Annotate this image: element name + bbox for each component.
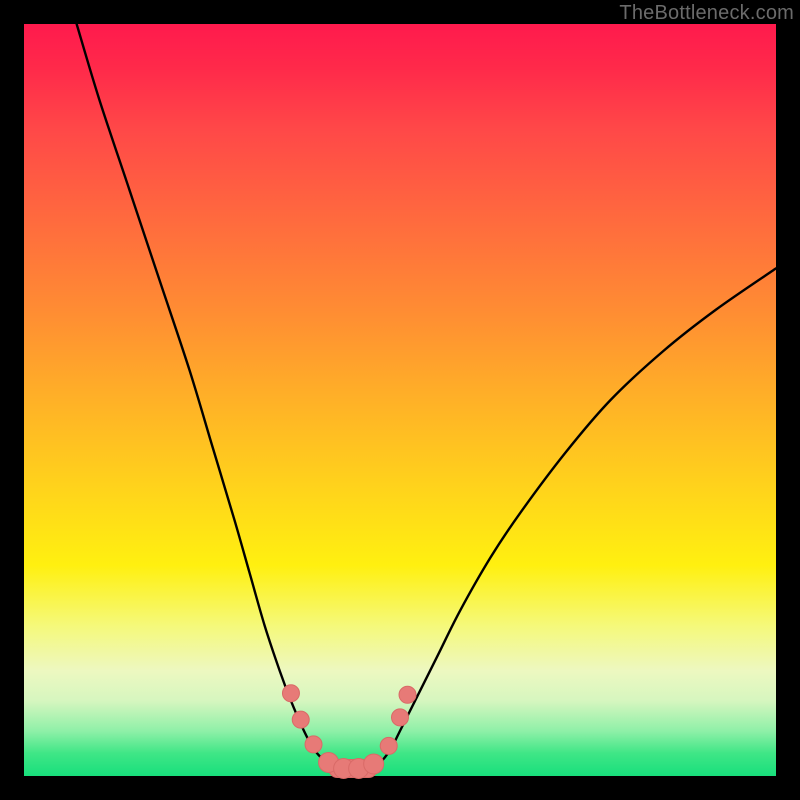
trough-marker: [305, 736, 322, 753]
trough-marker: [392, 709, 409, 726]
watermark-text: TheBottleneck.com: [619, 2, 794, 25]
trough-marker: [292, 711, 309, 728]
curve-left-branch: [77, 24, 340, 768]
trough-marker: [364, 754, 384, 774]
chart-frame: TheBottleneck.com: [0, 0, 800, 800]
trough-marker: [380, 737, 397, 754]
trough-markers: [282, 685, 416, 779]
curve-right-branch: [370, 268, 776, 768]
curve-layer: [24, 24, 776, 776]
trough-marker: [399, 686, 416, 703]
trough-marker: [282, 685, 299, 702]
